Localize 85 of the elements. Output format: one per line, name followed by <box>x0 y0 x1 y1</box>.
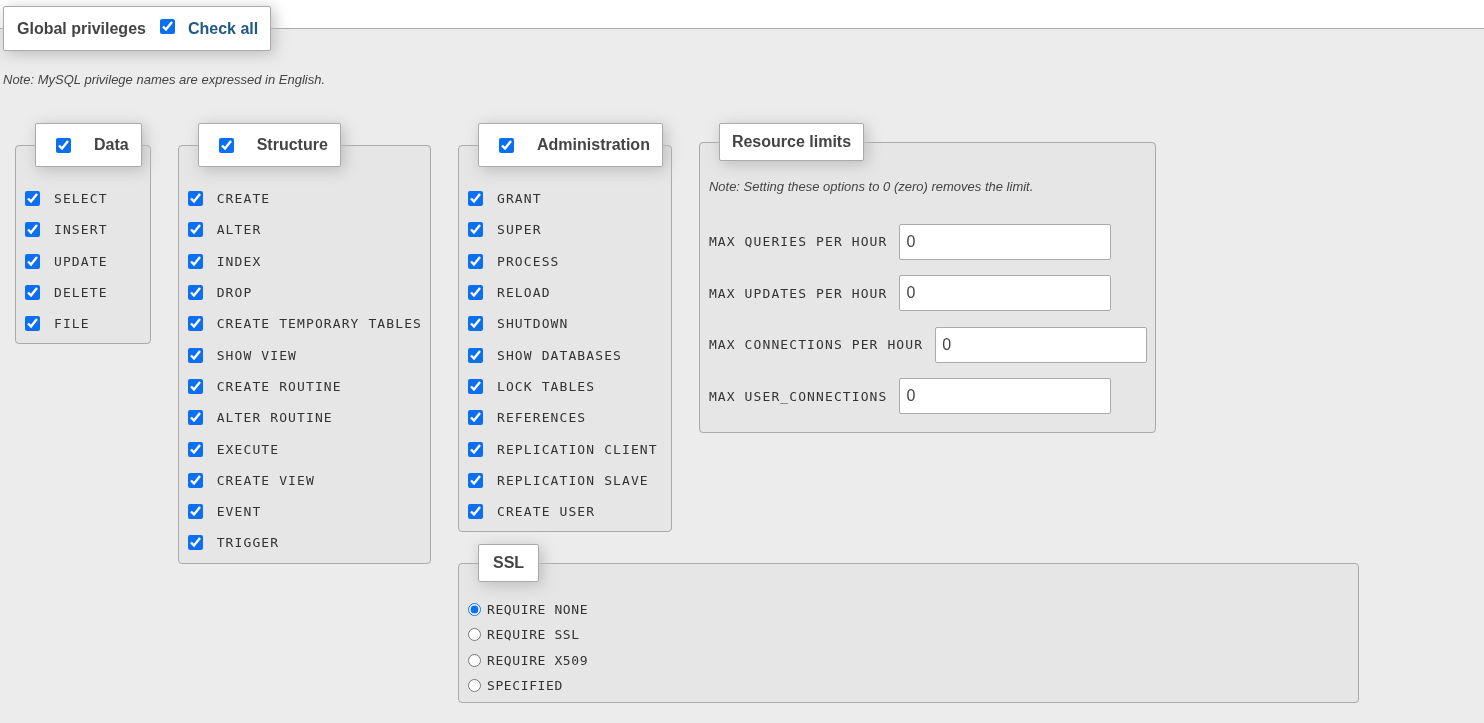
privilege-option[interactable]: SHUTDOWN <box>468 308 663 340</box>
group-checkbox[interactable] <box>218 137 234 153</box>
limit-label: MAX UPDATES PER HOUR <box>708 285 888 301</box>
privilege-checkbox[interactable] <box>468 222 483 238</box>
privilege-checkbox[interactable] <box>468 410 483 426</box>
privilege-checkbox[interactable] <box>468 504 483 520</box>
privilege-option[interactable]: CREATE USER <box>468 495 663 528</box>
privilege-checkbox[interactable] <box>187 378 203 394</box>
ssl-radio[interactable] <box>468 602 481 616</box>
privilege-option[interactable]: ALTER <box>187 214 422 246</box>
privilege-option[interactable]: LOCK TABLES <box>468 370 663 403</box>
privilege-checkbox[interactable] <box>25 191 40 207</box>
privilege-option[interactable]: ALTER ROUTINE <box>187 402 422 434</box>
privilege-option[interactable]: CREATE <box>187 183 422 215</box>
privilege-option[interactable]: SHOW DATABASES <box>468 339 663 371</box>
privilege-option[interactable]: REPLICATION CLIENT <box>468 433 663 465</box>
check-all-option[interactable]: Check all <box>159 19 259 38</box>
privilege-option[interactable]: EXECUTE <box>187 433 422 465</box>
group-title: SSL <box>493 554 525 573</box>
limit-label: MAX USER_CONNECTIONS <box>708 388 888 404</box>
privilege-checkbox[interactable] <box>187 316 203 332</box>
privilege-checkbox[interactable] <box>25 222 40 238</box>
privilege-option[interactable]: RELOAD <box>468 276 663 309</box>
privilege-checkbox[interactable] <box>468 347 483 363</box>
privilege-checkbox[interactable] <box>25 253 40 269</box>
privilege-option[interactable]: REFERENCES <box>468 402 663 434</box>
ssl-radio[interactable] <box>468 628 481 641</box>
limit-label: MAX QUERIES PER HOUR <box>708 234 888 250</box>
ssl-option[interactable]: REQUIRE SSL <box>468 621 1350 648</box>
header-title: Global privileges <box>17 19 146 38</box>
privilege-option[interactable]: TRIGGER <box>187 527 422 559</box>
privilege-option[interactable]: INSERT <box>25 214 142 246</box>
limit-input[interactable]: 0 <box>899 378 1112 415</box>
privilege-checkbox[interactable] <box>187 191 203 207</box>
privilege-checkbox[interactable] <box>187 472 203 488</box>
ssl-option[interactable]: SPECIFIED <box>468 672 1350 699</box>
privilege-checkbox[interactable] <box>187 504 203 520</box>
privilege-checkbox[interactable] <box>468 285 483 301</box>
privilege-checkbox[interactable] <box>187 441 203 457</box>
note-text: Note: MySQL privilege names are expressed in English. <box>3 72 327 87</box>
privilege-checkbox[interactable] <box>468 378 483 394</box>
privilege-checkbox[interactable] <box>468 253 483 269</box>
privilege-option[interactable]: CREATE ROUTINE <box>187 370 422 403</box>
privilege-option[interactable]: CREATE TEMPORARY TABLES <box>187 308 422 340</box>
privilege-option[interactable]: SHOW VIEW <box>187 339 422 371</box>
check-all-checkbox[interactable] <box>159 19 175 34</box>
privilege-option[interactable]: SELECT <box>25 183 142 215</box>
privilege-checkbox[interactable] <box>187 410 203 426</box>
privilege-option[interactable]: UPDATE <box>25 245 142 277</box>
privilege-option[interactable]: DROP <box>187 276 422 309</box>
ssl-option[interactable]: REQUIRE NONE <box>468 596 1350 622</box>
privilege-checkbox[interactable] <box>468 316 483 332</box>
group-checkbox[interactable] <box>499 137 514 153</box>
privilege-checkbox[interactable] <box>468 441 483 457</box>
group-title: Structure <box>256 136 328 154</box>
privilege-option[interactable]: SUPER <box>468 214 663 246</box>
privilege-option[interactable]: GRANT <box>468 183 663 215</box>
group-title: Administration <box>537 136 650 154</box>
privilege-option[interactable]: FILE <box>25 308 142 340</box>
group-title: Resource limits <box>731 133 852 151</box>
privilege-checkbox[interactable] <box>25 316 40 332</box>
privilege-option[interactable]: CREATE VIEW <box>187 464 422 496</box>
group-checkbox[interactable] <box>56 137 71 153</box>
privilege-checkbox[interactable] <box>187 253 203 269</box>
privilege-option[interactable]: PROCESS <box>468 245 663 277</box>
privilege-option[interactable]: REPLICATION SLAVE <box>468 464 663 496</box>
limit-input[interactable]: 0 <box>899 223 1112 260</box>
ssl-radio[interactable] <box>468 653 481 667</box>
limit-input[interactable]: 0 <box>899 275 1112 312</box>
privilege-option[interactable]: DELETE <box>25 276 142 309</box>
privilege-option[interactable]: EVENT <box>187 495 422 528</box>
group-title: Data <box>94 136 129 154</box>
limit-input[interactable]: 0 <box>935 326 1148 363</box>
privilege-checkbox[interactable] <box>468 472 483 488</box>
privilege-checkbox[interactable] <box>187 535 203 551</box>
privilege-option[interactable]: INDEX <box>187 245 422 277</box>
ssl-radio[interactable] <box>468 679 481 692</box>
note-text: Note: Setting these options to 0 (zero) removes the limit. <box>708 179 1035 194</box>
privilege-checkbox[interactable] <box>25 285 40 301</box>
limit-label: MAX CONNECTIONS PER HOUR <box>708 337 924 353</box>
privilege-checkbox[interactable] <box>187 285 203 301</box>
ssl-option[interactable]: REQUIRE X509 <box>468 647 1350 673</box>
privilege-checkbox[interactable] <box>187 222 203 238</box>
privilege-checkbox[interactable] <box>468 191 483 207</box>
privilege-checkbox[interactable] <box>187 347 203 363</box>
